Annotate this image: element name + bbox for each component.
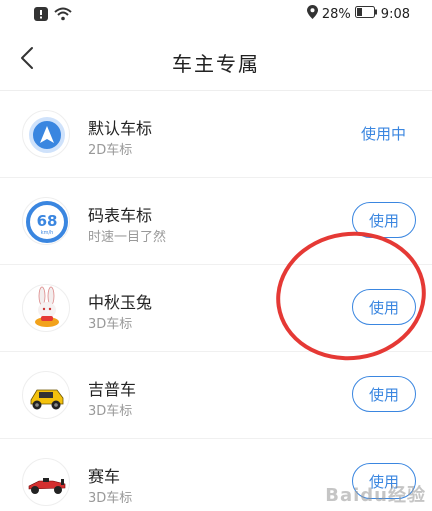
- item-title: 默认车标: [88, 119, 153, 138]
- item-subtitle: 3D车标: [88, 404, 133, 419]
- use-button[interactable]: 使用: [352, 376, 416, 412]
- item-subtitle: 3D车标: [88, 317, 133, 332]
- item-title: 赛车: [88, 467, 121, 486]
- item-title: 码表车标: [88, 206, 153, 225]
- battery-icon: [354, 6, 377, 22]
- status-bar: 28% 9:08: [0, 0, 432, 30]
- alert-icon: [34, 6, 48, 25]
- status-left: [34, 6, 72, 25]
- header: 车主专属: [0, 36, 432, 86]
- item-title: 吉普车: [88, 380, 137, 399]
- item-subtitle: 3D车标: [88, 491, 133, 506]
- list-item-jeep[interactable]: 吉普车 3D车标 使用: [0, 352, 432, 439]
- status-time: 9:08: [380, 6, 410, 22]
- rabbit-icon: [22, 284, 70, 332]
- location-icon: [306, 5, 318, 23]
- race-car-icon: [22, 458, 70, 506]
- list-item-default[interactable]: 默认车标 2D车标 使用中: [0, 91, 432, 178]
- item-title: 中秋玉兔: [88, 293, 153, 312]
- item-subtitle: 时速一目了然: [88, 230, 167, 245]
- battery-percent: 28%: [321, 6, 351, 22]
- navigation-arrow-icon: [22, 110, 70, 158]
- speedometer-icon: 68 km/h: [22, 197, 70, 245]
- status-right: 28% 9:08: [306, 5, 410, 23]
- page-title: 车主专属: [172, 52, 260, 76]
- speed-unit: km/h: [41, 230, 54, 236]
- speed-value: 68: [37, 212, 58, 230]
- wifi-icon: [54, 6, 72, 25]
- item-subtitle: 2D车标: [88, 143, 133, 158]
- jeep-car-icon: [22, 371, 70, 419]
- watermark: Baidu经验: [325, 485, 426, 506]
- in-use-label: 使用中: [360, 125, 406, 143]
